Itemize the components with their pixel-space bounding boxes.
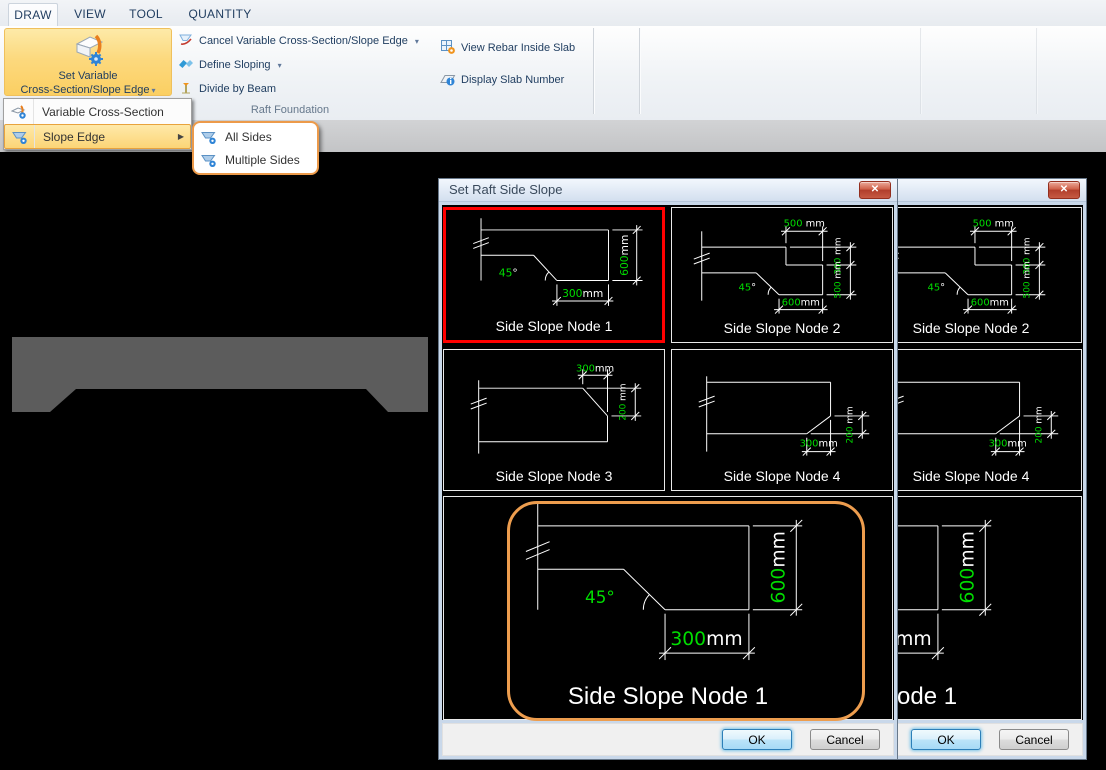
slope-node-caption: Side Slope Node 3 (444, 468, 664, 490)
slope-node-thumbnail-node2[interactable]: 45°500 mm600mm300 mm500 mm Side Slope No… (671, 207, 893, 343)
tab-tool[interactable]: TOOL (122, 3, 170, 26)
cross-section-icon (4, 99, 34, 124)
submenu-arrow-icon: ▶ (178, 132, 184, 141)
slope-edge-icon (201, 152, 217, 168)
ribbon-separator (1036, 28, 1038, 114)
menu-item-variable-cross-section[interactable]: Variable Cross-Section (4, 99, 191, 124)
svg-text:500 mm: 500 mm (1022, 261, 1032, 298)
define-sloping-button[interactable]: Define Sloping ▾ (178, 55, 282, 75)
ok-button[interactable]: OK (911, 729, 981, 750)
application-window: DRAW VIEW TOOL QUANTITY Set Vari (0, 0, 1106, 770)
ribbon-separator (920, 28, 922, 114)
slope-node-caption: Side Slope Node 4 (672, 468, 892, 490)
menu-item-slope-edge[interactable]: Slope Edge ▶ (4, 124, 191, 149)
svg-text:300mm: 300mm (576, 363, 614, 374)
svg-text:600mm: 600mm (618, 235, 631, 276)
svg-text:300mm: 300mm (670, 629, 742, 650)
set-variable-cross-section-button[interactable]: Set Variable Cross-Section/Slope Edge▾ (4, 28, 172, 96)
preview-caption: Side Slope Node 1 (444, 683, 892, 719)
svg-text:500 mm: 500 mm (833, 261, 843, 298)
ribbon-separator (639, 28, 641, 114)
svg-text:600mm: 600mm (971, 298, 1009, 309)
display-slab-number-icon (440, 71, 456, 90)
divide-by-beam-button[interactable]: Divide by Beam (178, 79, 276, 99)
divide-by-beam-icon (178, 80, 194, 99)
ribbon-group-label: Raft Foundation (200, 104, 380, 116)
set-variable-dropdown-menu: Variable Cross-Section Slope Edge ▶ (3, 98, 192, 150)
tab-draw[interactable]: DRAW (8, 3, 58, 27)
slope-node-thumbnail-node3[interactable]: 300mm 200 mm Side Slope Node 3 (443, 349, 665, 491)
close-button[interactable]: ✕ (1048, 181, 1080, 199)
ribbon-tabbar: DRAW VIEW TOOL QUANTITY (0, 0, 1106, 27)
cube-gear-icon (69, 32, 107, 69)
slope-node-thumbnail-node1[interactable]: 45° 300mm 600mm Side Slope Node 1 (443, 207, 665, 343)
svg-text:45°: 45° (928, 283, 946, 294)
view-rebar-inside-slab-button[interactable]: View Rebar Inside Slab (440, 38, 575, 58)
dropdown-caret-icon: ▾ (415, 37, 419, 46)
svg-text:300mm: 300mm (989, 439, 1027, 450)
slope-edge-icon (201, 129, 217, 145)
svg-text:600mm: 600mm (957, 531, 978, 603)
tab-view[interactable]: VIEW (66, 3, 114, 26)
svg-text:600mm: 600mm (768, 531, 789, 603)
svg-text:200 mm: 200 mm (618, 383, 628, 420)
cancel-button[interactable]: Cancel (999, 729, 1069, 750)
selected-node-preview: 45° 300mm 600mm Side Slope Node 1 (443, 496, 893, 720)
svg-text:200 mm: 200 mm (845, 406, 855, 443)
dialog-footer: OK Cancel (442, 723, 894, 756)
svg-text:45°: 45° (499, 267, 518, 280)
svg-text:45°: 45° (585, 587, 615, 607)
svg-text:300mm: 300mm (562, 287, 603, 300)
svg-text:500 mm: 500 mm (784, 218, 825, 229)
display-slab-number-button[interactable]: Display Slab Number (440, 70, 564, 90)
dropdown-caret-icon: ▾ (152, 86, 156, 95)
svg-text:45°: 45° (739, 283, 757, 294)
slope-node-caption: Side Slope Node 1 (446, 318, 662, 340)
slope-edge-submenu: All Sides Multiple Sides (192, 121, 319, 175)
submenu-item-all-sides[interactable]: All Sides (197, 125, 314, 148)
slope-node-caption: Side Slope Node 2 (672, 320, 892, 342)
submenu-item-multiple-sides[interactable]: Multiple Sides (197, 148, 314, 171)
cancel-variable-cross-section-button[interactable]: Cancel Variable Cross-Section/Slope Edge… (178, 31, 419, 51)
big-button-label-1: Set Variable (58, 69, 117, 83)
dialog-titlebar[interactable]: Set Raft Side Slope ✕ (439, 179, 897, 202)
svg-text:300mm: 300mm (800, 439, 838, 450)
big-button-label-2: Cross-Section/Slope Edge▾ (20, 83, 155, 98)
cancel-slope-icon (178, 32, 194, 51)
dialog-title: Set Raft Side Slope (449, 182, 562, 197)
ribbon-separator (593, 28, 595, 114)
dropdown-caret-icon: ▾ (278, 61, 282, 70)
ok-button[interactable]: OK (722, 729, 792, 750)
view-rebar-icon (440, 39, 456, 58)
close-button[interactable]: ✕ (859, 181, 891, 199)
tab-quantity[interactable]: QUANTITY (178, 3, 262, 26)
svg-text:200 mm: 200 mm (1034, 406, 1044, 443)
svg-text:600mm: 600mm (782, 298, 820, 309)
cancel-button[interactable]: Cancel (810, 729, 880, 750)
slope-node-thumbnail-node4[interactable]: 200 mm 300mm Side Slope Node 4 (671, 349, 893, 491)
slope-edge-icon (5, 125, 35, 148)
svg-text:500 mm: 500 mm (973, 218, 1014, 229)
dialog-body: 45° 300mm 600mm Side Slope Node 1 45° 500 m… (442, 205, 894, 720)
define-sloping-icon (178, 56, 194, 75)
set-raft-side-slope-dialog: Set Raft Side Slope ✕ 45° 300mm 600mm Side… (438, 178, 898, 760)
